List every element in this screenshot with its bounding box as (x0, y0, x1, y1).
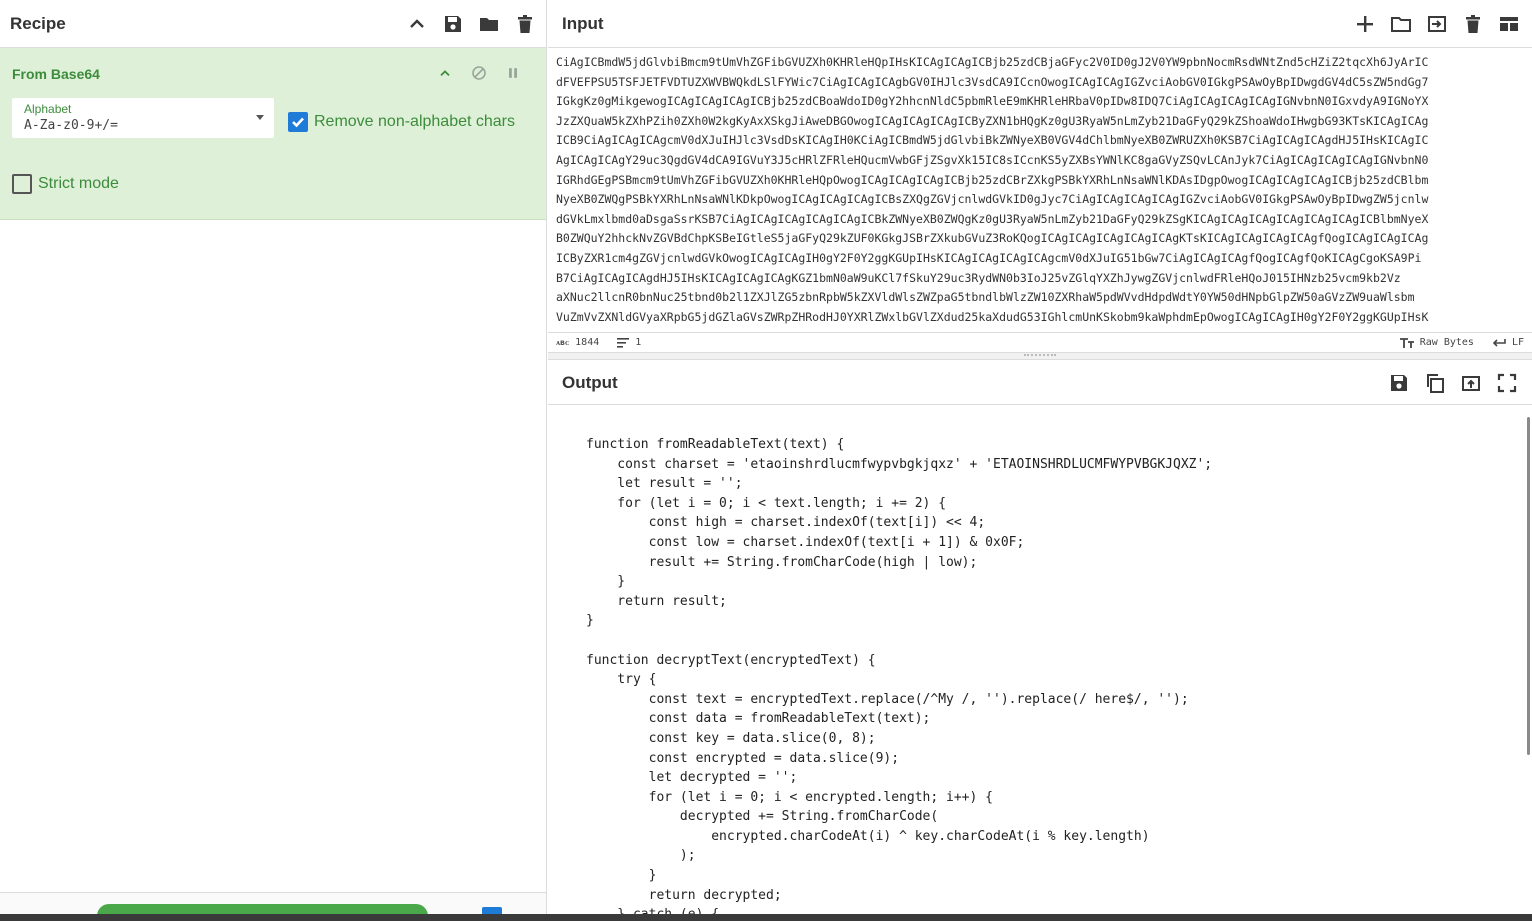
output-code-line (586, 631, 1522, 651)
save-recipe-icon[interactable] (442, 13, 464, 35)
clear-recipe-trash-icon[interactable] (514, 13, 536, 35)
open-folder-icon[interactable] (1390, 13, 1412, 35)
auto-bake-checkbox[interactable] (482, 907, 502, 914)
input-line: aXNuc2llcnR0bnNuc25tbnd0b2l1ZXJlZG5zbnRp… (556, 290, 1415, 305)
input-textarea[interactable]: CiAgICBmdW5jdGlvbiBmcm9tUmVhZGFibGVUZXh0… (548, 49, 1532, 329)
reset-layout-icon[interactable] (1498, 13, 1520, 35)
output-code-line: const high = charset.indexOf(text[i]) <<… (586, 515, 986, 531)
operation-collapse-icon[interactable] (434, 62, 456, 84)
add-input-tab-plus-icon[interactable] (1354, 13, 1376, 35)
alphabet-select[interactable]: Alphabet A-Za-z0-9+/= (12, 98, 274, 138)
alphabet-label: Alphabet (24, 102, 72, 116)
output-code-line: const encrypted = data.slice(9); (586, 750, 900, 766)
checkbox-checked-icon[interactable] (288, 112, 308, 132)
strict-mode-label: Strict mode (38, 175, 119, 192)
output-code-line: } (586, 574, 626, 590)
output-code-line: result += String.fromCharCode(high | low… (586, 554, 978, 570)
eol-selector[interactable]: LF (1492, 337, 1524, 348)
checkbox-unchecked-icon[interactable] (12, 174, 32, 194)
lines-icon (617, 337, 630, 348)
encoding-selector[interactable]: Raw Bytes (1399, 337, 1474, 348)
replace-input-with-output-icon[interactable] (1460, 372, 1482, 394)
bake-controls (0, 892, 546, 914)
input-status-bar: ᴀʙᴄ 1844 1 Raw Bytes LF (548, 332, 1532, 352)
input-header: Input (548, 0, 1532, 48)
output-code-line: function fromReadableText(text) { (586, 437, 845, 452)
output-code-line: const charset = 'etaoinshrdlucmfwypvbgkj… (586, 456, 1213, 472)
operation-title: From Base64 (12, 66, 100, 82)
output-code-line: ); (586, 848, 696, 864)
save-output-icon[interactable] (1388, 372, 1410, 394)
output-code-line: for (let i = 0; i < encrypted.length; i+… (586, 789, 993, 805)
input-pane: Input CiAgICBmdW5jdGlvbiBmcm9tUmVhZGFibG… (548, 0, 1532, 352)
eol-value: LF (1511, 337, 1524, 348)
input-line: IGkgKz0gMikgewogICAgICAgICAgICBjb25zdCBo… (556, 94, 1429, 109)
input-length-indicator: ᴀʙᴄ 1844 (556, 337, 599, 348)
input-line: CiAgICBmdW5jdGlvbiBmcm9tUmVhZGFibGVUZXh0… (556, 55, 1429, 69)
output-code-line: const low = charset.indexOf(text[i + 1])… (586, 534, 1025, 550)
input-line: ICB9CiAgICAgICAgcmV0dXJuIHJlc3VsdDsKICAg… (556, 133, 1429, 148)
input-lines-indicator: 1 (617, 337, 641, 348)
output-code-line: const text = encryptedText.replace(/^My … (586, 691, 1189, 707)
output-code-line: const key = data.slice(0, 8); (586, 730, 876, 746)
input-line: ICByZXR1cm4gZGVjcnlwdGVkOwogICAgICAgIH0g… (556, 250, 1422, 265)
input-line: NyeXB0ZWQgPSBkYXRhLnNsaWNlKDkpOwogICAgIC… (556, 192, 1429, 207)
window-bottom-edge (0, 914, 1532, 921)
output-title: Output (562, 372, 618, 392)
input-line: AgICAgICAgY29uc3QgdGV4dCA9IGVuY3J5cHRlZF… (556, 152, 1429, 167)
input-title: Input (562, 13, 604, 33)
return-arrow-icon (1492, 338, 1506, 347)
output-header: Output (548, 361, 1532, 405)
output-code-line: const data = fromReadableText(text); (586, 711, 931, 727)
operation-from-base64: From Base64 Alphabet A-Za-z0-9+/= Remove… (0, 48, 546, 220)
strict-mode-checkbox[interactable]: Strict mode (12, 174, 119, 194)
input-line: dGVkLmxlbmd0aDsgaSsrKSB7CiAgICAgICAgICAg… (556, 211, 1429, 226)
breakpoint-pause-icon[interactable] (502, 62, 524, 84)
copy-output-icon[interactable] (1424, 372, 1446, 394)
output-scrollbar[interactable] (1527, 417, 1530, 755)
output-code-line: function decryptText(encryptedText) { (586, 652, 876, 668)
clear-input-trash-icon[interactable] (1462, 13, 1484, 35)
maximise-output-icon[interactable] (1496, 372, 1518, 394)
collapse-icon[interactable] (406, 13, 428, 35)
output-code-line: decrypted += String.fromCharCode( (586, 809, 939, 825)
remove-nonalphabet-checkbox[interactable]: Remove non-alphabet chars (288, 112, 515, 132)
text-size-icon (1399, 337, 1414, 348)
recipe-title: Recipe (10, 13, 66, 33)
input-line: B0ZWQuY2hhckNvZGVBdChpKSBeIGtleS5jaGFyQ2… (556, 231, 1429, 246)
disable-operation-icon[interactable] (468, 62, 490, 84)
output-code-line: } (586, 868, 657, 884)
output-code-line: return result; (586, 593, 727, 609)
input-line: B7CiAgICAgICAgdHJ5IHsKICAgICAgICAgKGZ1bm… (556, 270, 1401, 285)
output-code-line: try { (586, 672, 657, 688)
chevron-down-icon[interactable] (256, 115, 264, 120)
output-code-line: let decrypted = ''; (586, 770, 798, 786)
alphabet-value: A-Za-z0-9+/= (24, 118, 118, 133)
grip-dots-icon (1024, 354, 1056, 358)
abc-length-icon: ᴀʙᴄ (556, 338, 570, 347)
load-recipe-folder-icon[interactable] (478, 13, 500, 35)
output-code-line: return decrypted; (586, 887, 782, 903)
encoding-value: Raw Bytes (1419, 337, 1474, 348)
io-splitter-handle[interactable] (548, 352, 1532, 360)
bake-button[interactable] (97, 904, 428, 914)
input-line: dFVEFPSU5TSFJETFVDTUZXWVBWQkdLSlFYWic7Ci… (556, 74, 1429, 89)
input-length-value: 1844 (575, 337, 600, 348)
recipe-panel: Recipe From Base64 Alphabet A-Za-z0-9+/=… (0, 0, 547, 914)
output-code-line: for (let i = 0; i < text.length; i += 2)… (586, 495, 947, 511)
input-lines-value: 1 (635, 337, 642, 348)
output-code-line: encrypted.charCodeAt(i) ^ key.charCodeAt… (586, 828, 1150, 844)
open-file-import-icon[interactable] (1426, 13, 1448, 35)
output-code-line: let result = ''; (586, 476, 743, 492)
output-code-line: } catch (e) { (586, 905, 1522, 914)
output-code-line: } (586, 613, 594, 629)
io-panel: Input CiAgICBmdW5jdGlvbiBmcm9tUmVhZGFibG… (548, 0, 1532, 914)
input-line: JzZXQuaW5kZXhPZih0ZXh0W2kgKyAxXSkgJiAweD… (556, 113, 1429, 128)
recipe-header: Recipe (0, 0, 546, 48)
output-pane: Output function fromReadableText(text) {… (548, 361, 1532, 914)
output-text-area[interactable]: function fromReadableText(text) { const … (548, 415, 1522, 914)
input-line: VuZmVvZXNldGVyaXRpbG5jdGZlaGVsZWRpZHRodH… (556, 309, 1429, 324)
input-line: IGRhdGEgPSBmcm9tUmVhZGFibGVUZXh0KHRleHQp… (556, 172, 1429, 187)
remove-nonalphabet-label: Remove non-alphabet chars (314, 113, 516, 130)
